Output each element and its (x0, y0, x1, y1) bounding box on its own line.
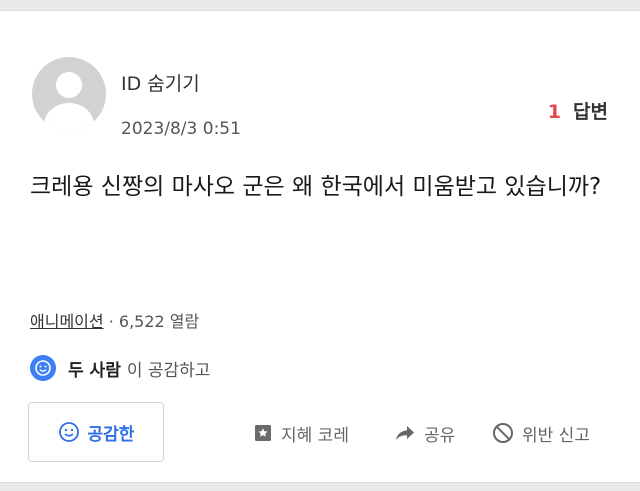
answer-count: 1 (547, 101, 562, 123)
report-label: 위반 신고 (522, 425, 590, 446)
smile-icon (58, 421, 80, 443)
question-card: ID 숨기기 2023/8/3 0:51 1 답변 크레용 신짱의 마사오 군은 … (0, 10, 640, 483)
question-meta: 애니메이션 · 6,522 열람 (30, 308, 199, 332)
question-text: 크레용 신짱의 마사오 군은 왜 한국에서 미움받고 있습니까? (30, 174, 602, 200)
smile-icon (30, 355, 56, 381)
empathize-label: 공감한 (87, 424, 135, 445)
answer-count-link[interactable]: 1 답변 (548, 97, 608, 124)
category-link[interactable]: 애니메이션 (30, 312, 104, 331)
post-date: 2023/8/3 0:51 (121, 119, 241, 139)
empathy-summary: 두 사람 이 공감하고 (30, 354, 210, 382)
bookmark-icon (255, 425, 271, 441)
wisdom-button[interactable]: 지혜 코레 (253, 421, 349, 446)
empathy-suffix: 이 공감하고 (126, 360, 211, 381)
answer-label: 답변 (573, 101, 608, 123)
report-button[interactable]: 위반 신고 (492, 421, 590, 446)
share-button[interactable]: 공유 (394, 421, 456, 446)
wisdom-label: 지혜 코레 (281, 425, 349, 446)
empathize-button[interactable]: 공감한 (28, 402, 164, 462)
view-count: 6,522 열람 (118, 312, 200, 331)
empathy-who: 두 사람 (68, 360, 121, 381)
avatar-body (44, 103, 94, 131)
share-arrow-icon (396, 426, 414, 440)
user-name[interactable]: ID 숨기기 (121, 69, 200, 96)
avatar[interactable] (32, 57, 106, 131)
meta-separator: · (108, 312, 114, 331)
share-label: 공유 (424, 425, 456, 446)
prohibit-icon (493, 423, 513, 443)
avatar-head (56, 72, 82, 98)
